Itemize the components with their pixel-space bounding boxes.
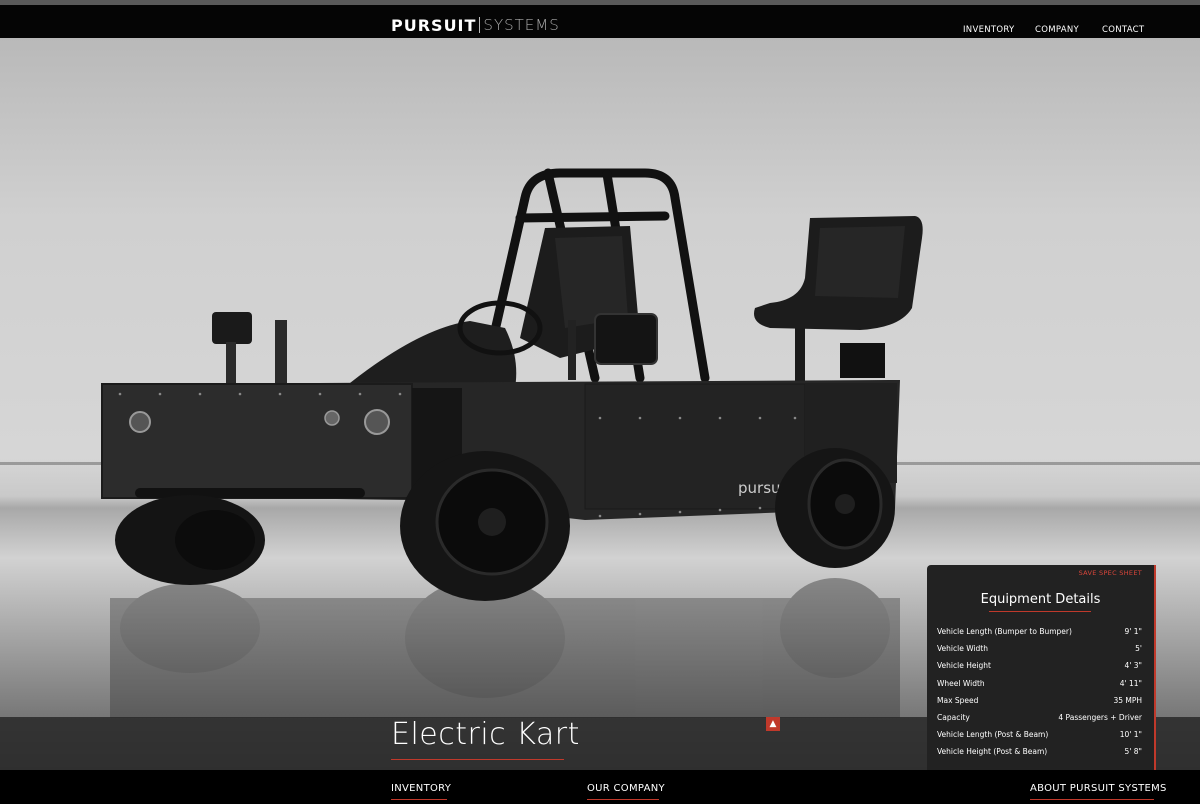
site-footer: INVENTORY OUR COMPANY ABOUT PURSUIT SYST… (0, 770, 1200, 804)
site-header: PURSUIT SYSTEMS INVENTORY COMPANY CONTAC… (0, 5, 1200, 38)
save-spec-sheet-link[interactable]: SAVE SPEC SHEET (1079, 569, 1142, 577)
arrow-up-icon: ▲ (769, 719, 777, 729)
spec-row: Capacity 4 Passengers + Driver (937, 709, 1142, 726)
spec-row: Vehicle Length (Post & Beam) 10' 1" (937, 726, 1142, 743)
site-logo[interactable]: PURSUIT SYSTEMS (391, 14, 560, 36)
spec-label: Vehicle Height (937, 661, 991, 671)
footer-link-about[interactable]: ABOUT PURSUIT SYSTEMS (1030, 783, 1167, 794)
panel-title: Equipment Details (980, 592, 1101, 607)
page-title: Electric Kart (391, 717, 580, 752)
spec-label: Capacity (937, 713, 970, 723)
spec-value: 35 MPH (1113, 695, 1142, 705)
spec-row: Vehicle Length (Bumper to Bumper) 9' 1" (937, 623, 1142, 640)
nav-contact[interactable]: CONTACT (1102, 25, 1144, 35)
spec-value: 10' 1" (1119, 730, 1142, 740)
panel-title-underline (989, 611, 1091, 612)
logo-separator (479, 17, 481, 33)
spec-value: 9' 1" (1124, 627, 1142, 637)
spec-label: Vehicle Height (Post & Beam) (937, 747, 1048, 757)
spec-row: Vehicle Width 5' (937, 640, 1142, 657)
equipment-details-panel: SAVE SPEC SHEET Equipment Details Vehicl… (927, 565, 1156, 770)
spec-value: 5' (1135, 644, 1142, 654)
nav-company[interactable]: COMPANY (1035, 25, 1079, 35)
spec-row: Wheel Width 4' 11" (937, 675, 1142, 692)
spec-label: Vehicle Length (Post & Beam) (937, 730, 1049, 740)
footer-underline (587, 799, 659, 800)
nav-inventory[interactable]: INVENTORY (963, 25, 1015, 35)
logo-wordmark-thin: SYSTEMS (483, 16, 560, 34)
rear-right-wheel (775, 448, 895, 568)
footer-link-our-company[interactable]: OUR COMPANY (587, 783, 665, 794)
title-underline (391, 759, 564, 760)
spec-row: Max Speed 35 MPH (937, 692, 1142, 709)
spec-row: Vehicle Height (Post & Beam) 5' 8" (937, 743, 1142, 760)
spec-value: 4' 3" (1124, 661, 1142, 671)
footer-link-inventory[interactable]: INVENTORY (391, 783, 451, 794)
footer-underline (1030, 799, 1154, 800)
rear-left-wheel (115, 495, 265, 585)
spec-value: 4' 11" (1119, 678, 1142, 688)
spec-row: Vehicle Height 4' 3" (937, 657, 1142, 674)
front-wheel (400, 451, 570, 601)
spec-label: Vehicle Length (Bumper to Bumper) (937, 627, 1072, 637)
spec-value: 4 Passengers + Driver (1058, 713, 1142, 723)
spec-label: Max Speed (937, 695, 979, 705)
spec-value: 5' 8" (1124, 747, 1142, 757)
spec-label: Vehicle Width (937, 644, 988, 654)
scroll-top-button[interactable]: ▲ (766, 717, 780, 731)
footer-underline (391, 799, 447, 800)
spec-label: Wheel Width (937, 678, 985, 688)
logo-wordmark-bold: PURSUIT (391, 15, 477, 35)
spec-list: Vehicle Length (Bumper to Bumper) 9' 1" V… (937, 623, 1142, 761)
